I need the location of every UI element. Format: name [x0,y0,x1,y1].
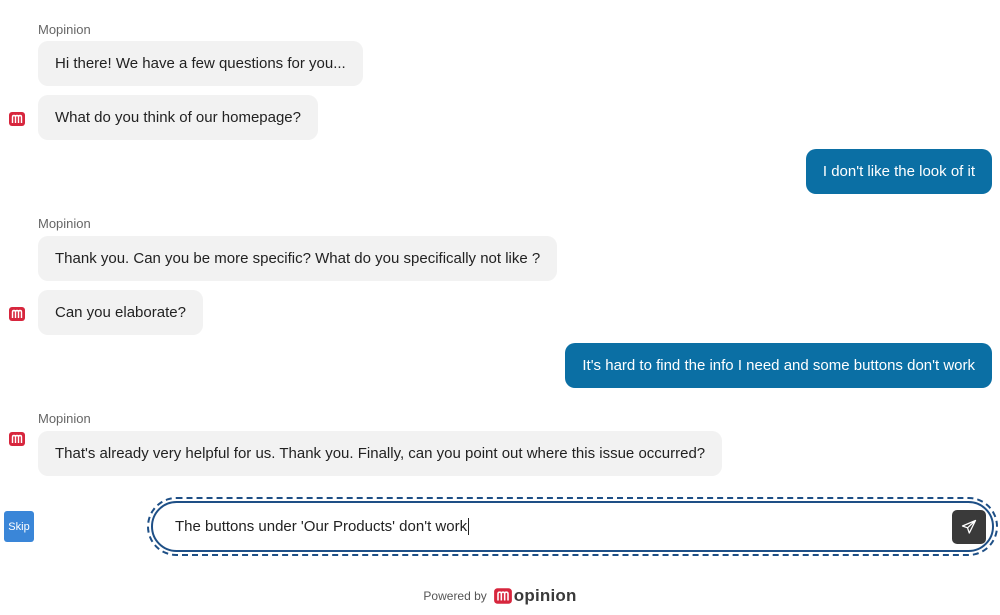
mopinion-avatar-icon [9,112,25,126]
sender-label: Mopinion [38,22,91,37]
bot-message: Thank you. Can you be more specific? Wha… [38,236,558,281]
bot-message: That's already very helpful for us. Than… [38,431,723,476]
message-input[interactable]: The buttons under 'Our Products' don't w… [151,501,994,552]
mopinion-avatar-icon [9,432,25,446]
paper-plane-icon [961,519,977,534]
powered-by-footer: Powered by opinion [0,586,1000,606]
mopinion-avatar-icon [9,307,25,321]
brand-logo[interactable]: opinion [493,586,577,606]
sender-label: Mopinion [38,411,91,426]
send-button[interactable] [952,509,986,544]
skip-button[interactable]: Skip [4,511,34,542]
brand-name: opinion [513,586,577,605]
mopinion-logo-icon [493,588,512,604]
bot-message: Hi there! We have a few questions for yo… [38,41,363,86]
message-input-value[interactable]: The buttons under 'Our Products' don't w… [175,518,467,535]
user-message: It's hard to find the info I need and so… [565,343,992,388]
bot-message: Can you elaborate? [38,290,203,335]
sender-label: Mopinion [38,216,91,231]
text-caret [468,518,470,535]
user-message: I don't like the look of it [805,149,992,194]
message-input-wrapper: The buttons under 'Our Products' don't w… [147,497,998,556]
bot-message: What do you think of our homepage? [38,95,318,140]
powered-by-label: Powered by [423,589,487,603]
